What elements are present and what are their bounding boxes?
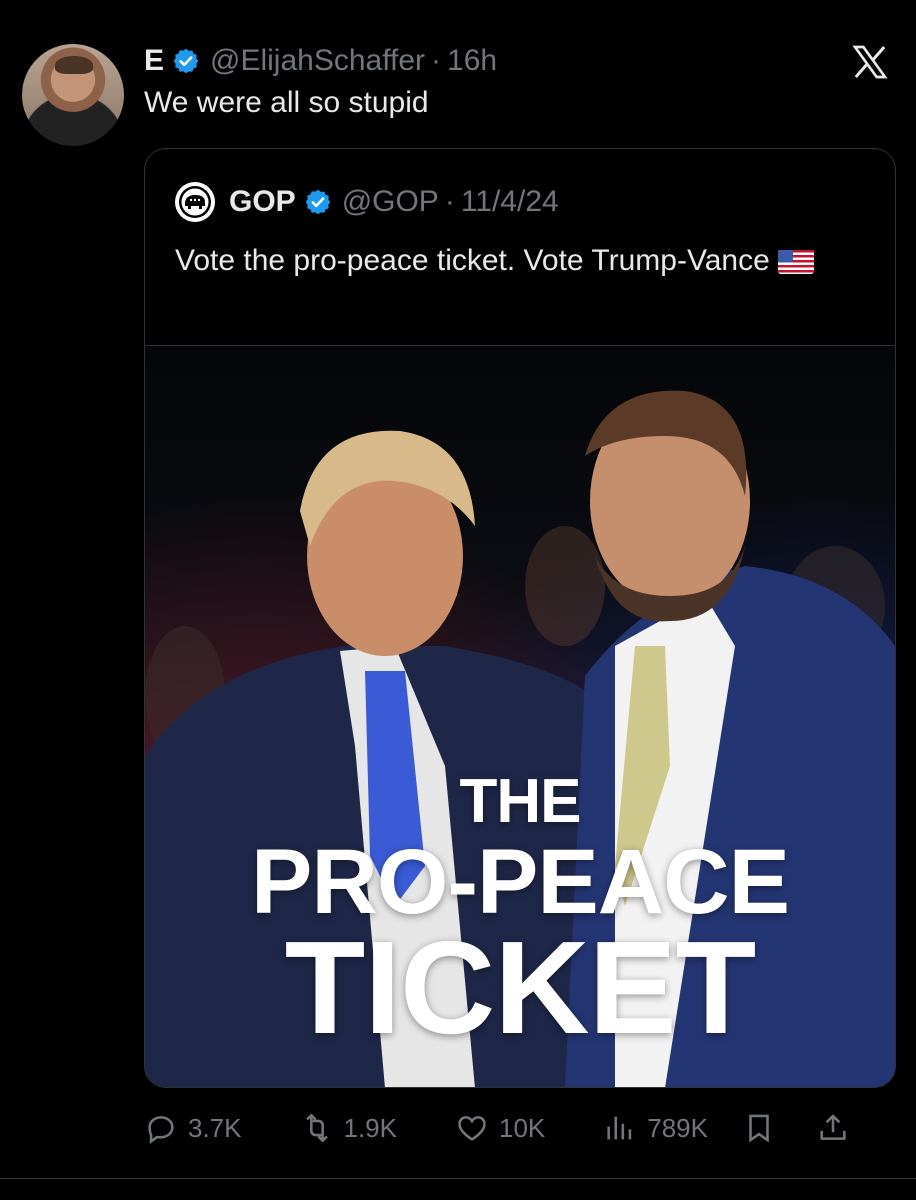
like-count: 10K <box>499 1112 546 1143</box>
avatar[interactable] <box>22 44 124 146</box>
tweet-header: E @ElijahSchaffer · 16h <box>144 42 497 80</box>
gop-elephant-icon <box>179 186 211 218</box>
share-icon[interactable] <box>816 1111 850 1145</box>
quoted-text-body: Vote the pro-peace ticket. Vote Trump-Va… <box>175 244 770 277</box>
separator: · <box>431 44 442 77</box>
quoted-image[interactable]: THE PRO-PEACE TICKET <box>145 345 895 1087</box>
quoted-text: Vote the pro-peace ticket. Vote Trump-Va… <box>175 239 865 283</box>
repost-button[interactable]: 1.9K <box>300 1111 398 1145</box>
display-name[interactable]: E <box>144 44 164 78</box>
views-count: 789K <box>647 1112 708 1143</box>
gop-avatar[interactable] <box>175 182 215 222</box>
repost-count: 1.9K <box>343 1112 398 1143</box>
reply-count: 3.7K <box>188 1112 242 1143</box>
image-headline-ticket: TICKET <box>284 914 757 1061</box>
reply-icon <box>148 1116 174 1145</box>
like-icon <box>458 1116 486 1141</box>
separator: · <box>444 185 455 218</box>
quoted-header: GOP @GOP · 11/4/24 <box>175 182 559 222</box>
timestamp[interactable]: 16h <box>447 44 497 78</box>
quoted-tweet[interactable]: GOP @GOP · 11/4/24 Vote the pro-peace ti… <box>144 148 896 1088</box>
bookmark-icon[interactable] <box>742 1111 776 1145</box>
like-button[interactable]: 10K <box>455 1111 545 1145</box>
us-flag-icon <box>777 250 814 275</box>
repost-icon <box>305 1113 328 1143</box>
views-button[interactable]: 789K <box>603 1111 708 1145</box>
action-bar: 3.7K 1.9K 10K 789K <box>144 1106 894 1150</box>
verified-badge-icon <box>173 48 199 74</box>
quoted-date[interactable]: 11/4/24 <box>461 185 559 219</box>
divider <box>0 1178 916 1179</box>
views-icon <box>607 1116 632 1140</box>
tweet-text: We were all so stupid <box>144 86 429 119</box>
handle[interactable]: @ElijahSchaffer <box>210 44 425 78</box>
quoted-display-name[interactable]: GOP <box>229 185 296 219</box>
verified-badge-icon <box>305 189 330 215</box>
x-logo-icon[interactable] <box>850 42 890 82</box>
image-headline-the: THE <box>459 767 582 836</box>
quoted-handle[interactable]: @GOP <box>342 185 439 219</box>
reply-button[interactable]: 3.7K <box>144 1111 242 1145</box>
